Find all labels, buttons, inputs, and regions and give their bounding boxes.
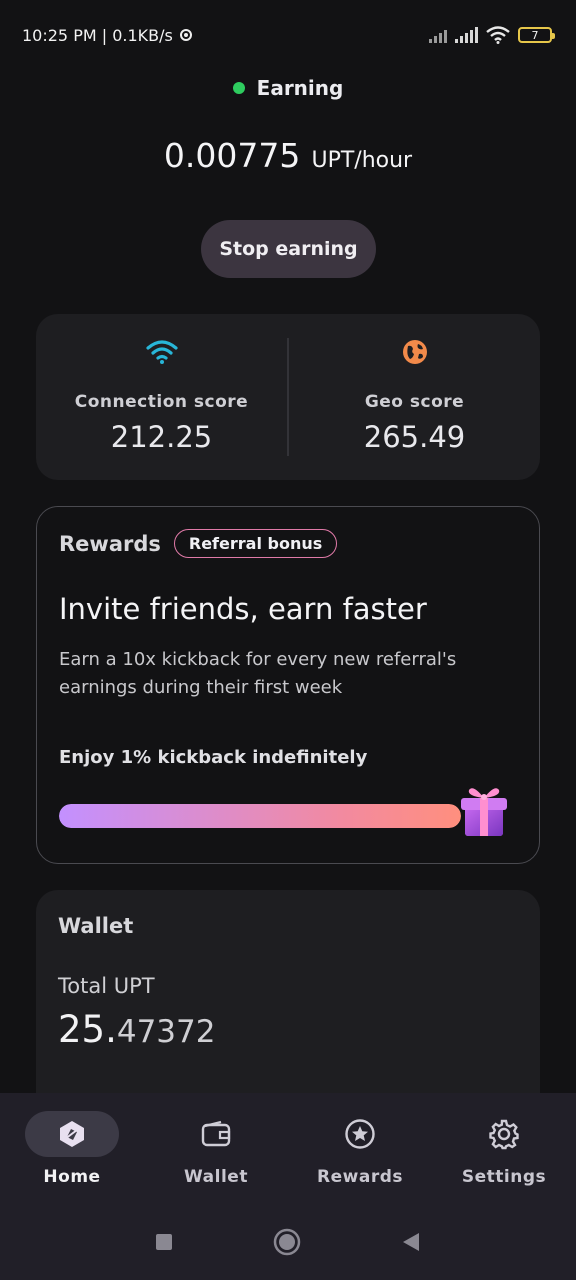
connection-score: Connection score 212.25 (36, 314, 287, 480)
rate-value: 0.00775 (163, 136, 301, 175)
earning-status-label: Earning (256, 76, 344, 100)
nav-home[interactable]: Home (0, 1093, 144, 1203)
battery-level: 7 (531, 28, 539, 42)
rewards-card[interactable]: Rewards Referral bonus Invite friends, e… (36, 506, 540, 864)
recent-apps-icon[interactable] (155, 1233, 173, 1251)
status-time: 10:25 PM | 0.1KB/s (22, 26, 193, 45)
nav-settings-label: Settings (461, 1167, 547, 1187)
wifi-icon (486, 26, 510, 44)
star-icon (345, 1119, 375, 1149)
gift-icon (461, 788, 507, 836)
signal-icon (429, 27, 447, 43)
amount-decimal: 47372 (116, 1014, 216, 1050)
connection-score-value: 212.25 (110, 420, 213, 454)
stop-earning-button[interactable]: Stop earning (201, 220, 376, 278)
battery-icon: 7 (518, 27, 555, 43)
sync-icon (179, 29, 192, 41)
rewards-progress (59, 788, 517, 836)
nav-wallet-label: Wallet (184, 1167, 248, 1187)
time-speed-text: 10:25 PM | 0.1KB/s (22, 25, 173, 45)
connection-score-label: Connection score (74, 392, 249, 412)
total-upt-label: Total UPT (58, 974, 155, 998)
wallet-icon (201, 1120, 231, 1147)
geo-score-value: 265.49 (363, 420, 466, 454)
rewards-headline: Invite friends, earn faster (59, 592, 427, 626)
wallet-title: Wallet (58, 914, 134, 938)
back-icon[interactable] (401, 1232, 421, 1252)
nav-rewards-label: Rewards (317, 1167, 403, 1187)
progress-track (59, 804, 461, 828)
gear-icon (489, 1119, 519, 1150)
system-nav-bar (0, 1203, 576, 1280)
nav-wallet[interactable]: Wallet (144, 1093, 288, 1203)
geo-score: Geo score 265.49 (289, 314, 540, 480)
globe-icon (402, 340, 427, 364)
rewards-description: Earn a 10x kickback for every new referr… (59, 649, 457, 698)
amount-integer: 25. (58, 1008, 117, 1051)
wifi-icon (145, 340, 178, 364)
earning-rate: 0.00775 UPT/hour (0, 136, 576, 175)
nav-home-label: Home (43, 1167, 101, 1187)
rewards-title: Rewards (59, 531, 161, 556)
geo-score-label: Geo score (364, 392, 465, 412)
earning-status: Earning (0, 76, 576, 100)
status-bar: 10:25 PM | 0.1KB/s 7 (0, 0, 576, 70)
home-button-icon[interactable] (273, 1228, 301, 1256)
total-upt-amount: 25.47372 (58, 1008, 518, 1051)
home-icon (60, 1121, 84, 1147)
progress-fill (59, 804, 461, 828)
rewards-kickback-text: Enjoy 1% kickback indefinitely (59, 747, 368, 768)
nav-settings[interactable]: Settings (432, 1093, 576, 1203)
scores-card: Connection score 212.25 Geo score 265.49 (36, 314, 540, 480)
referral-bonus-badge: Referral bonus (173, 529, 338, 558)
nav-rewards[interactable]: Rewards (288, 1093, 432, 1203)
signal-icon-2 (455, 27, 478, 43)
rate-unit: UPT/hour (311, 148, 413, 173)
status-dot-icon (232, 82, 245, 94)
bottom-nav: Home Wallet Rewards Settings (0, 1093, 576, 1203)
